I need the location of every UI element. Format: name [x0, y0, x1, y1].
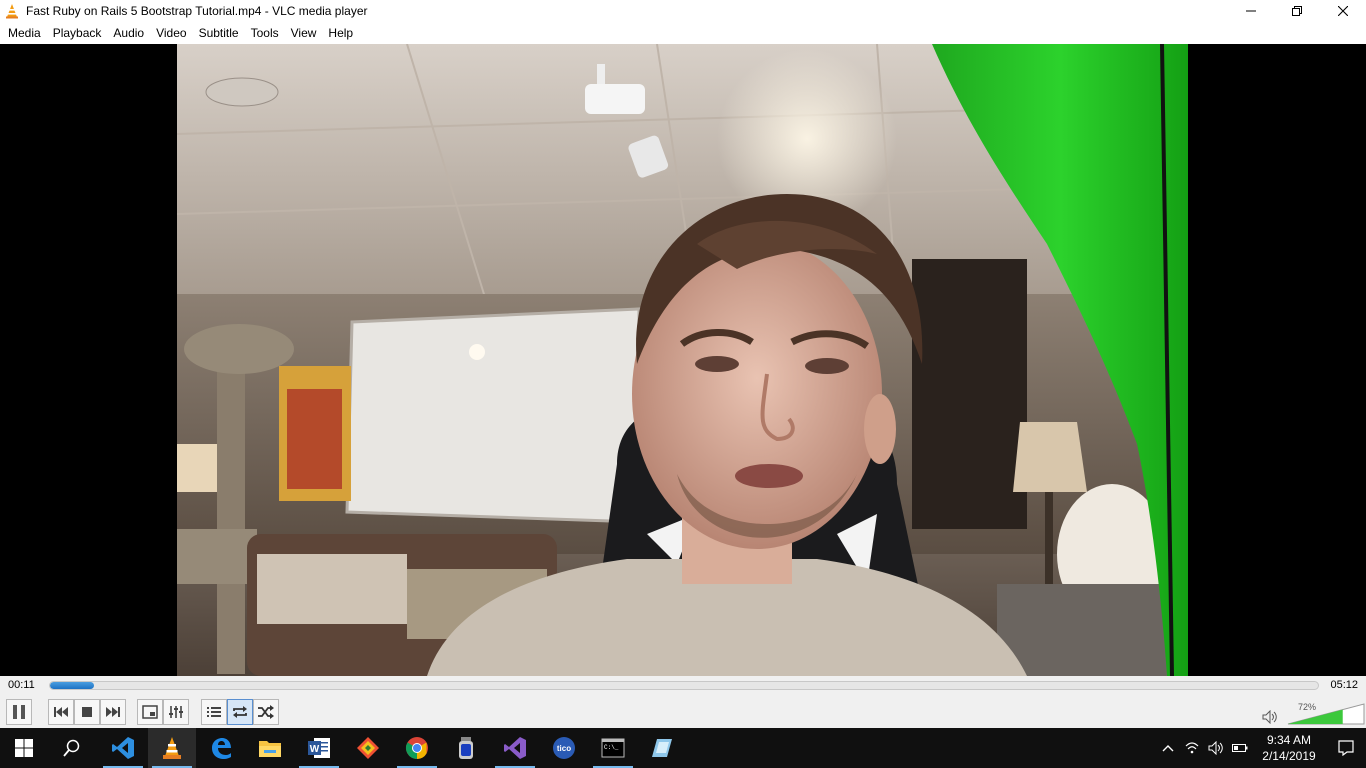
jar-icon [459, 737, 473, 759]
svg-text:C:\_: C:\_ [604, 744, 619, 751]
next-icon [106, 707, 120, 717]
playlist-button[interactable] [201, 699, 227, 725]
equalizer-icon [169, 706, 183, 718]
chrome-icon [406, 737, 428, 759]
window-title: Fast Ruby on Rails 5 Bootstrap Tutorial.… [26, 4, 368, 18]
terminal-icon: C:\_ [601, 738, 625, 758]
notification-icon [1338, 740, 1354, 756]
menu-subtitle[interactable]: Subtitle [193, 22, 245, 44]
window-controls [1228, 0, 1366, 22]
taskbar-edge[interactable] [197, 728, 245, 768]
visual-studio-icon [504, 737, 526, 759]
folder-icon [259, 741, 281, 757]
taskbar-tool[interactable] [442, 728, 490, 768]
edge-icon [212, 738, 231, 759]
seek-progress-fill [50, 682, 95, 689]
menu-view[interactable]: View [285, 22, 323, 44]
action-center-button[interactable] [1326, 728, 1366, 768]
svg-text:tico: tico [557, 744, 571, 753]
title-bar: Fast Ruby on Rails 5 Bootstrap Tutorial.… [0, 0, 1366, 22]
clock-time: 9:34 AM [1266, 733, 1312, 747]
wifi-icon [1185, 742, 1199, 754]
maximize-button[interactable] [1274, 0, 1320, 22]
shuffle-icon [258, 705, 274, 719]
close-button[interactable] [1320, 0, 1366, 22]
controls-bar: 72% [0, 696, 1366, 728]
video-area[interactable] [0, 44, 1366, 676]
pause-icon [13, 705, 25, 719]
search-button[interactable] [48, 728, 96, 768]
playlist-icon [207, 707, 221, 717]
vlc-cone-icon [163, 737, 181, 759]
next-button[interactable] [100, 699, 126, 725]
restore-icon [1292, 6, 1302, 16]
previous-button[interactable] [48, 699, 74, 725]
speaker-icon [1208, 741, 1223, 755]
taskbar-file-explorer[interactable] [246, 728, 294, 768]
extended-settings-button[interactable] [163, 699, 189, 725]
menu-audio[interactable]: Audio [107, 22, 150, 44]
taskbar-terminal[interactable]: C:\_ [589, 728, 637, 768]
taskbar: W tico C:\_ 9:34 AM 2/14/2019 [0, 728, 1366, 768]
windows-icon [15, 739, 33, 757]
elapsed-time: 00:11 [8, 679, 35, 691]
previous-icon [54, 707, 68, 717]
close-icon [1338, 6, 1348, 16]
stop-icon [82, 707, 92, 717]
video-frame [177, 44, 1188, 676]
clock[interactable]: 9:34 AM 2/14/2019 [1252, 732, 1326, 764]
menu-help[interactable]: Help [322, 22, 359, 44]
taskbar-tico[interactable]: tico [540, 728, 588, 768]
taskbar-notes[interactable] [638, 728, 686, 768]
notes-icon [652, 739, 672, 757]
system-tray: 9:34 AM 2/14/2019 [1156, 728, 1366, 768]
volume-label: 72% [1297, 702, 1316, 712]
menu-bar: Media Playback Audio Video Subtitle Tool… [0, 22, 1366, 44]
taskbar-chrome[interactable] [393, 728, 441, 768]
total-time[interactable]: 05:12 [1330, 679, 1358, 691]
seek-row: 00:11 05:12 [0, 676, 1366, 696]
taskbar-word[interactable]: W [295, 728, 343, 768]
battery-icon [1232, 744, 1248, 752]
word-icon: W [308, 738, 330, 758]
seek-slider[interactable] [49, 681, 1319, 690]
stop-button[interactable] [74, 699, 100, 725]
battery-button[interactable] [1228, 728, 1252, 768]
volume-control[interactable]: 72% [1262, 700, 1366, 726]
chevron-up-icon [1162, 745, 1174, 752]
show-hidden-icons-button[interactable] [1156, 728, 1180, 768]
minimize-button[interactable] [1228, 0, 1274, 22]
svg-text:W: W [310, 744, 320, 755]
menu-tools[interactable]: Tools [245, 22, 285, 44]
taskbar-vlc[interactable] [148, 728, 196, 768]
vscode-icon [112, 737, 134, 759]
clock-date: 2/14/2019 [1262, 749, 1316, 763]
vlc-cone-icon [4, 3, 20, 19]
volume-tray-button[interactable] [1204, 728, 1228, 768]
network-button[interactable] [1180, 728, 1204, 768]
search-icon [63, 739, 80, 757]
shuffle-button[interactable] [253, 699, 279, 725]
taskbar-git[interactable] [344, 728, 392, 768]
fullscreen-icon [142, 705, 158, 719]
minimize-icon [1246, 10, 1256, 12]
video-scene [177, 44, 1188, 676]
menu-media[interactable]: Media [2, 22, 47, 44]
fullscreen-button[interactable] [137, 699, 163, 725]
speaker-icon [1262, 710, 1277, 724]
git-icon [357, 737, 379, 759]
taskbar-vscode[interactable] [99, 728, 147, 768]
loop-button[interactable] [227, 699, 253, 725]
start-button[interactable] [0, 728, 48, 768]
taskbar-visual-studio[interactable] [491, 728, 539, 768]
loop-icon [233, 706, 247, 718]
tico-icon: tico [553, 737, 575, 759]
menu-video[interactable]: Video [150, 22, 192, 44]
menu-playback[interactable]: Playback [47, 22, 108, 44]
pause-button[interactable] [6, 699, 32, 725]
